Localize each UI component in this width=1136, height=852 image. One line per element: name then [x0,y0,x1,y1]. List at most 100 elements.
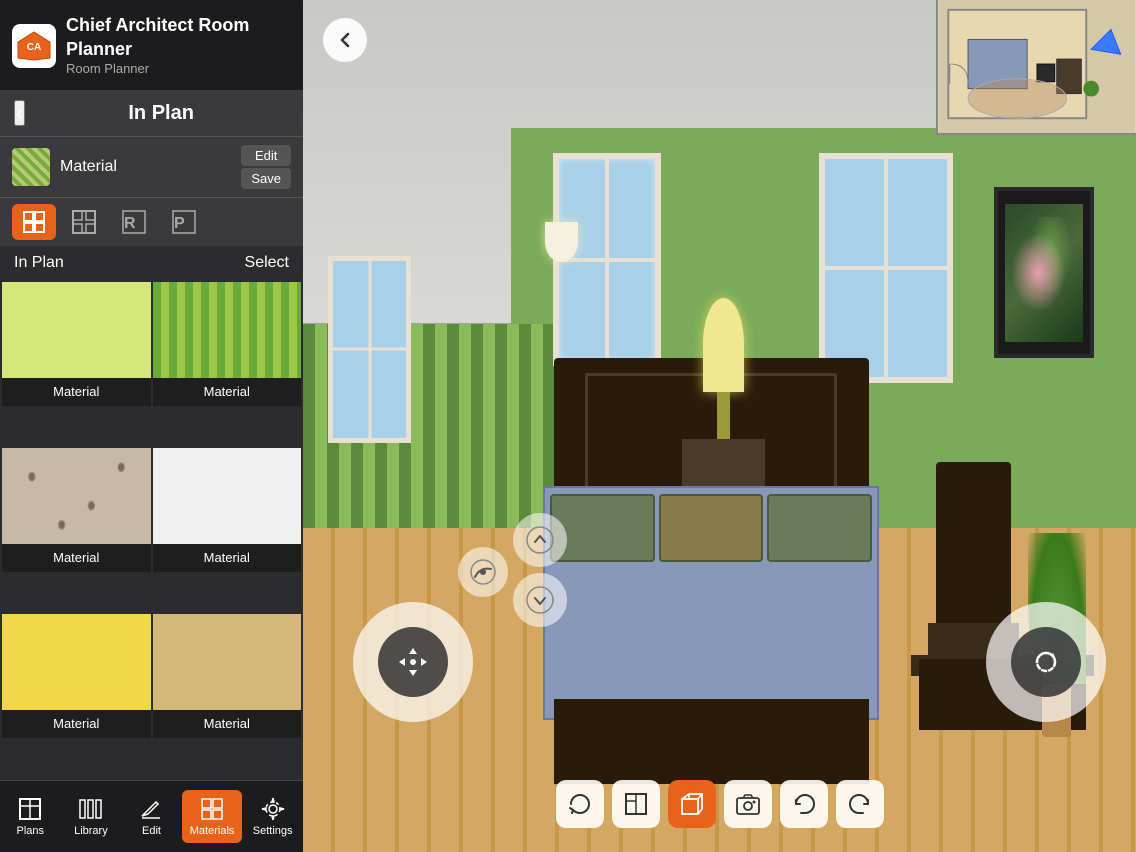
pillow-2 [659,494,764,562]
3d-box-icon [679,791,705,817]
rotate-control[interactable] [986,602,1106,722]
chevron-up-icon [526,526,554,554]
material-thumb-1 [153,282,302,378]
svg-text:CA: CA [27,42,41,53]
bedside-lamp [703,298,745,485]
library-icon [78,796,104,822]
material-thumb-0 [2,282,151,378]
material-name-4: Material [2,710,151,738]
lamp-base [717,392,729,439]
material-swatch [12,148,50,186]
chevron-down-icon [526,586,554,614]
material-thumb-5 [153,614,302,710]
svg-text:P: P [174,215,185,232]
edit-material-button[interactable]: Edit [241,145,291,166]
move-control[interactable] [353,602,473,722]
view-up-button[interactable] [513,513,567,567]
view-toolbar [556,780,884,828]
pillow-3 [767,494,872,562]
material-name-1: Material [153,378,302,406]
move-arrows-icon [395,644,431,680]
svg-text:R: R [124,215,136,232]
nav-plans[interactable]: Plans [0,790,61,843]
nav-library[interactable]: Library [61,790,122,843]
material-item-0[interactable]: Material [2,282,151,406]
pillow-1 [550,494,655,562]
nav-materials-label: Materials [190,825,235,837]
bottom-nav: Plans Library Edit Materials [0,780,303,852]
sconce-shade [545,222,578,263]
nav-settings[interactable]: Settings [242,790,303,843]
material-item-3[interactable]: Material [153,448,302,572]
chair-back [936,462,1011,641]
camera-view-button[interactable] [724,780,772,828]
floor-plan-icon [623,791,649,817]
3d-box-view-button[interactable] [668,780,716,828]
lamp-table [682,439,765,486]
material-thumb-2 [2,448,151,544]
refresh-view-button[interactable] [556,780,604,828]
bed-footboard [554,699,869,784]
lamp-shade [703,298,745,392]
tool-active-button[interactable] [12,204,56,240]
page-title: In Plan [33,102,289,125]
redo-icon [847,791,873,817]
in-plan-label: In Plan [14,254,64,272]
view-back-button[interactable] [323,18,367,62]
materials-grid: Material Material Material Material Mate… [0,280,303,780]
material-row: Material Edit Save [0,136,303,197]
material-name-5: Material [153,710,302,738]
rotate-joystick [1011,627,1081,697]
artwork-image [1005,204,1083,342]
nav-edit-label: Edit [142,825,161,837]
material-name-3: Material [153,544,302,572]
tool-p-button[interactable]: P [162,204,206,240]
camera-icon [735,791,761,817]
rotate-icon [1029,645,1063,679]
app-name: Chief Architect Room Planner Room Planne… [66,14,291,78]
app-title: Chief Architect Room Planner [66,14,291,61]
tilt-control[interactable] [458,547,508,597]
app-logo-icon: CA [12,24,56,68]
material-name-0: Material [2,378,151,406]
wall-sconce [545,222,578,290]
move-joystick [378,627,448,697]
floor-plan-view-button[interactable] [612,780,660,828]
material-thumb-3 [153,448,302,544]
plans-icon [17,796,43,822]
undo-button[interactable] [780,780,828,828]
view-down-button[interactable] [513,573,567,627]
window-back-right [819,153,952,383]
toolbar-icons: R P [0,197,303,246]
material-item-5[interactable]: Material [153,614,302,738]
nav-materials[interactable]: Materials [182,790,243,843]
material-item-4[interactable]: Material [2,614,151,738]
material-item-1[interactable]: Material [153,282,302,406]
save-material-button[interactable]: Save [241,168,291,189]
select-button[interactable]: Select [245,254,289,272]
window-left-wall [328,256,411,443]
material-name-2: Material [2,544,151,572]
material-item-2[interactable]: Material [2,448,151,572]
refresh-icon [567,791,593,817]
nav-plans-label: Plans [17,825,45,837]
redo-button[interactable] [836,780,884,828]
back-button[interactable]: ‹ [14,100,25,126]
minimap-svg [938,0,1136,133]
back-arrow-icon [334,29,356,51]
material-actions: Edit Save [241,145,291,189]
nav-settings-label: Settings [253,825,293,837]
material-name: Material [60,158,231,176]
material-thumb-4 [2,614,151,710]
app-subtitle: Room Planner [66,61,291,78]
undo-icon [791,791,817,817]
tool-grid-button[interactable] [62,204,106,240]
tool-r-button[interactable]: R [112,204,156,240]
sidebar: CA Chief Architect Room Planner Room Pla… [0,0,303,852]
tilt-icon [470,559,496,585]
materials-icon [199,796,225,822]
3d-view [303,0,1136,852]
artwork [994,187,1094,357]
nav-edit[interactable]: Edit [121,790,182,843]
nav-library-label: Library [74,825,108,837]
